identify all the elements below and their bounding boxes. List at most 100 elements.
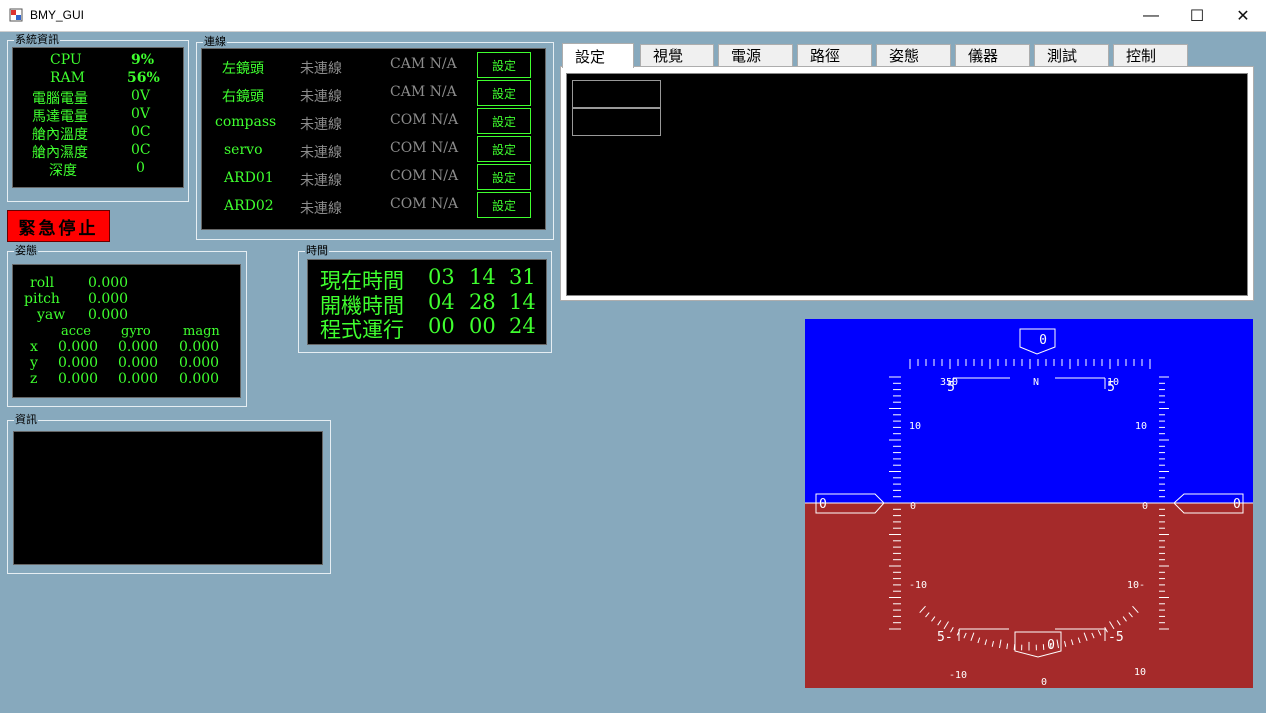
close-icon: ✕ (1236, 7, 1250, 25)
cabin-humidity-value: 0C (131, 142, 151, 158)
depth-value: 0 (136, 160, 145, 176)
pitch-value: 0.000 (88, 291, 129, 307)
conn-name-ard02: ARD02 (224, 198, 274, 214)
conn-status: 未連線 (300, 201, 342, 217)
tab-test[interactable]: 測試 (1034, 44, 1109, 67)
tab-vision[interactable]: 視覺 (640, 44, 714, 67)
heading-value: 0 (1039, 333, 1047, 348)
pitch-label-10-right: 10 (1135, 421, 1147, 432)
conn-name-ard01: ARD01 (224, 170, 274, 186)
setting-button-left-camera[interactable]: 設定 (477, 52, 531, 78)
bottom-mark-right: -5 (1108, 630, 1124, 645)
time-boot-m: 28 (469, 290, 496, 314)
conn-name-left-camera: 左鏡頭 (222, 61, 264, 77)
heading-side-right: 5 (1107, 380, 1115, 395)
pitch-label-10-left: 10 (909, 421, 921, 432)
conn-status: 未連線 (300, 89, 342, 105)
time-title: 時間 (305, 244, 329, 258)
time-now-s: 31 (509, 265, 536, 289)
pitch-label-0-right: 0 (1142, 501, 1148, 512)
pitch-label-m10-right: 10- (1127, 580, 1145, 591)
attitude-title: 姿態 (14, 244, 38, 258)
tab-content-panel (566, 73, 1248, 296)
motor-voltage-label: 馬達電量 (32, 109, 88, 125)
motor-voltage-value: 0V (131, 106, 151, 122)
title-bar: BMY_GUI — ☐ ✕ (0, 0, 1266, 32)
acce-z: 0.000 (58, 371, 99, 387)
roll-label-0: 0 (1041, 677, 1047, 688)
acce-y: 0.000 (58, 355, 99, 371)
conn-name-right-camera: 右鏡頭 (222, 89, 264, 105)
cpu-label: CPU (50, 52, 82, 68)
time-run-s: 24 (509, 314, 536, 338)
info-log-area[interactable] (13, 431, 323, 565)
hud-tick (1013, 644, 1016, 650)
conn-port: COM N/A (390, 140, 459, 156)
minimize-icon: — (1143, 6, 1159, 24)
tab-control[interactable]: 控制 (1113, 44, 1188, 67)
time-boot-h: 04 (428, 290, 455, 314)
conn-port: COM N/A (390, 168, 459, 184)
depth-label: 深度 (49, 163, 77, 179)
conn-port: CAM N/A (390, 56, 457, 72)
ram-label: RAM (50, 70, 85, 86)
yaw-value: 0.000 (88, 307, 129, 323)
setting-button-compass[interactable]: 設定 (477, 108, 531, 134)
sky (805, 319, 1253, 503)
cabin-humidity-label: 艙內濕度 (32, 145, 88, 161)
pc-voltage-value: 0V (131, 88, 151, 104)
setting-button-right-camera[interactable]: 設定 (477, 80, 531, 106)
settings-field-2[interactable] (572, 108, 661, 136)
gyro-z: 0.000 (118, 371, 159, 387)
time-run-h: 00 (428, 314, 455, 338)
conn-port: COM N/A (390, 196, 459, 212)
pitch-box-left-value: 0 (819, 497, 827, 512)
tab-path[interactable]: 路徑 (797, 44, 872, 67)
setting-button-servo[interactable]: 設定 (477, 136, 531, 162)
time-panel: 現在時間 03 14 31 開機時間 04 28 14 程式運行 00 00 2… (307, 259, 547, 345)
time-now-h: 03 (428, 265, 455, 289)
maximize-button[interactable]: ☐ (1174, 0, 1220, 31)
tab-attitude[interactable]: 姿態 (876, 44, 951, 67)
tab-settings[interactable]: 設定 (562, 43, 634, 68)
time-boot-s: 14 (509, 290, 536, 314)
time-label-runtime: 程式運行 (320, 318, 404, 342)
info-title: 資訊 (14, 413, 38, 427)
header-gyro: gyro (121, 324, 151, 339)
minimize-button[interactable]: — (1128, 0, 1174, 31)
emergency-stop-button[interactable]: 緊急停止 (7, 210, 110, 242)
cabin-temp-value: 0C (131, 124, 151, 140)
tab-power[interactable]: 電源 (718, 44, 793, 67)
tab-instrument[interactable]: 儀器 (955, 44, 1030, 67)
yaw-label: yaw (37, 307, 66, 323)
sysinfo-panel: CPU 9% RAM 56% 電腦電量 0V 馬達電量 0V 艙內溫度 0C 艙… (12, 47, 184, 188)
conn-status: 未連線 (300, 117, 342, 133)
attitude-panel: roll 0.000 pitch 0.000 yaw 0.000 acce gy… (12, 264, 241, 398)
bottom-mark-left: 5- (937, 630, 953, 645)
roll-value: 0.000 (88, 275, 129, 291)
conn-status: 未連線 (300, 173, 342, 189)
connection-title: 連線 (203, 35, 227, 49)
window-title: BMY_GUI (30, 8, 85, 22)
ram-value: 56% (127, 70, 160, 86)
conn-port: CAM N/A (390, 84, 457, 100)
sysinfo-title: 系統資訊 (14, 33, 60, 47)
compass-label-n: N (1033, 377, 1039, 388)
connection-panel: 左鏡頭 未連線 CAM N/A 設定 右鏡頭 未連線 CAM N/A 設定 co… (201, 48, 546, 230)
close-button[interactable]: ✕ (1220, 0, 1266, 31)
magn-y: 0.000 (179, 355, 220, 371)
conn-port: COM N/A (390, 112, 459, 128)
axis-z-label: z (30, 371, 38, 387)
heading-side-left: 5 (947, 380, 955, 395)
axis-x-label: x (30, 339, 38, 355)
conn-status: 未連線 (300, 61, 342, 77)
pitch-label-0-left: 0 (910, 501, 916, 512)
pitch-label-m10-left: -10 (909, 580, 927, 591)
magn-x: 0.000 (179, 339, 220, 355)
conn-name-servo: servo (224, 142, 263, 158)
time-now-m: 14 (469, 265, 496, 289)
settings-field-1[interactable] (572, 80, 661, 108)
setting-button-ard01[interactable]: 設定 (477, 164, 531, 190)
setting-button-ard02[interactable]: 設定 (477, 192, 531, 218)
acce-x: 0.000 (58, 339, 99, 355)
